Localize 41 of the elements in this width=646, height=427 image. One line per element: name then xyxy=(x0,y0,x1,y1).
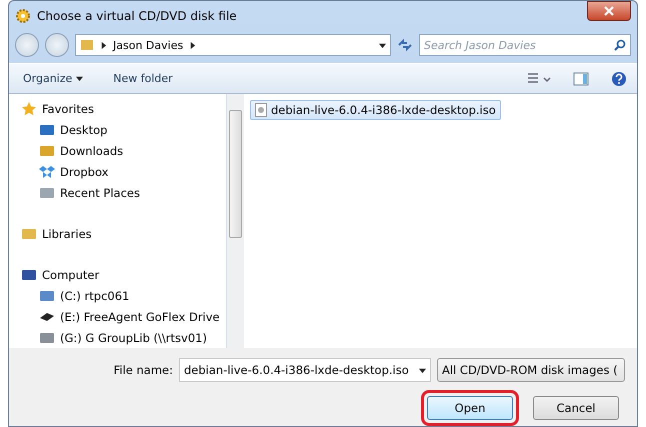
navigation-item[interactable]: Computer xyxy=(17,264,226,285)
view-options-icon[interactable] xyxy=(527,72,551,86)
navigation-item[interactable]: Desktop xyxy=(17,119,226,140)
address-bar[interactable]: Jason Davies xyxy=(75,34,391,56)
scrollbar[interactable] xyxy=(227,94,244,348)
close-button[interactable] xyxy=(587,1,631,22)
close-icon xyxy=(604,6,614,16)
navigation-item[interactable]: Favorites xyxy=(17,98,226,119)
new-folder-button[interactable]: New folder xyxy=(109,70,177,87)
navigation-item[interactable]: Dropbox xyxy=(17,161,226,182)
star-icon xyxy=(21,100,37,116)
search-field[interactable]: Search Jason Davies xyxy=(419,34,631,56)
box-icon xyxy=(39,164,55,180)
dialog-button[interactable]: Open xyxy=(427,396,513,420)
dropdown-icon xyxy=(379,42,386,49)
navigation-item[interactable]: Libraries xyxy=(17,223,226,244)
preview-pane-icon[interactable] xyxy=(573,72,589,86)
help-icon[interactable] xyxy=(611,70,627,86)
navigation-item[interactable]: Downloads xyxy=(17,140,226,161)
organize-button[interactable]: Organize xyxy=(19,70,88,87)
navigation-item[interactable]: (C:) rtpc061 xyxy=(17,285,226,306)
chevron-icon xyxy=(189,42,196,49)
dropdown-icon xyxy=(419,366,426,374)
breadcrumb[interactable]: Jason Davies xyxy=(113,38,184,52)
file-type-dropdown[interactable]: All CD/DVD-ROM disk images ( xyxy=(437,358,625,382)
dialog-button[interactable]: Cancel xyxy=(533,396,619,420)
window-title: Choose a virtual CD/DVD disk file xyxy=(37,9,238,24)
file-name-field[interactable]: debian-live-6.0.4-i386-lxde-desktop.iso xyxy=(179,358,431,382)
gear-icon xyxy=(15,8,31,24)
navigation-item[interactable]: (E:) FreeAgent GoFlex Drive xyxy=(17,306,226,327)
file-name-label: File name: xyxy=(114,363,173,377)
search-icon xyxy=(614,39,626,52)
navigation-item[interactable]: (G:) G GroupLib (\\rtsv01) xyxy=(17,327,226,348)
file-item[interactable]: debian-live-6.0.4-i386-lxde-desktop.iso xyxy=(250,100,501,120)
back-button[interactable] xyxy=(15,33,39,58)
chevron-icon xyxy=(100,42,107,49)
caret-icon xyxy=(76,75,84,82)
refresh-icon[interactable] xyxy=(397,38,413,52)
navigation-item[interactable]: Recent Places xyxy=(17,182,226,203)
disc-file-icon xyxy=(255,103,267,117)
forward-button[interactable] xyxy=(45,33,69,58)
